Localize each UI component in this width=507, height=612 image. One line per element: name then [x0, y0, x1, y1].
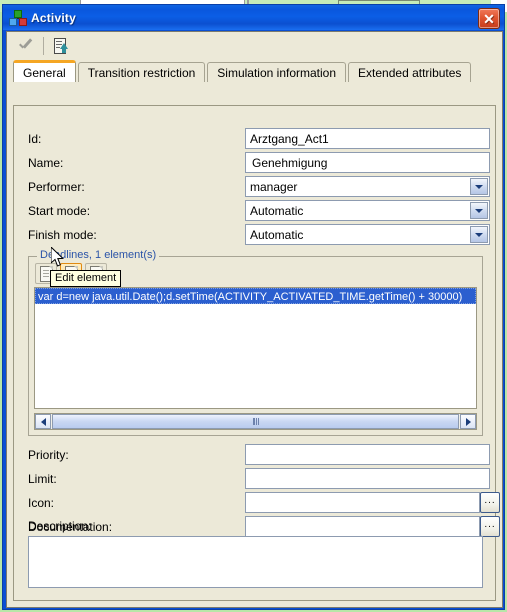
export-button[interactable] [48, 34, 74, 58]
document-export-icon [53, 38, 69, 54]
icon-input[interactable] [245, 492, 480, 513]
dialog-client-area: General Transition restriction Simulatio… [6, 31, 503, 608]
start-mode-select[interactable]: Automatic [245, 200, 490, 221]
deadlines-list[interactable]: var d=new java.util.Date();d.setTime(ACT… [34, 287, 477, 409]
priority-label: Priority: [28, 448, 69, 462]
tab-bar: General Transition restriction Simulatio… [7, 60, 502, 82]
close-icon: ✕ [483, 10, 495, 27]
performer-label: Performer: [28, 180, 85, 194]
row-name: Name: Genehmigung [14, 152, 495, 176]
dialog-toolbar [7, 32, 502, 60]
icon-label: Icon: [28, 496, 55, 510]
grip-icon [252, 418, 259, 425]
start-mode-label: Start mode: [28, 204, 91, 218]
apply-button[interactable] [13, 34, 39, 58]
title-bar: Activity ✕ [3, 5, 504, 30]
tab-simulation-information-label: Simulation information [217, 65, 337, 80]
scrollbar-thumb[interactable] [52, 414, 459, 429]
performer-value: manager [250, 180, 298, 194]
horizontal-scrollbar[interactable] [34, 413, 477, 430]
activity-dialog: Activity ✕ General Transition restrictio… [2, 4, 505, 610]
limit-label: Limit: [28, 472, 57, 486]
scroll-right-button[interactable] [460, 414, 476, 429]
icon-browse-button[interactable]: ... [480, 492, 500, 513]
description-textarea[interactable] [28, 536, 483, 588]
finish-mode-label: Finish mode: [28, 228, 97, 242]
documentation-browse-button[interactable]: ... [480, 516, 500, 537]
toolbar-separator [43, 37, 44, 55]
tooltip: Edit element [50, 270, 122, 287]
tab-transition-restriction-label: Transition restriction [87, 65, 196, 80]
general-tab-panel: Id: Arztgang_Act1 Name: Genehmigung Perf… [13, 105, 500, 601]
deadlines-group-title: Deadlines, 1 element(s) [37, 249, 160, 261]
row-priority: Priority: [14, 444, 495, 468]
finish-mode-select[interactable]: Automatic [245, 224, 490, 245]
screen: .. Activity ✕ [0, 0, 507, 612]
id-label: Id: [28, 132, 42, 146]
row-icon: Icon: ... [14, 492, 500, 516]
row-performer: Performer: manager [14, 176, 495, 200]
row-finish-mode: Finish mode: Automatic [14, 224, 495, 248]
chevron-down-icon[interactable] [470, 226, 488, 243]
list-item[interactable]: var d=new java.util.Date();d.setTime(ACT… [35, 288, 476, 304]
scroll-left-button[interactable] [35, 414, 51, 429]
start-mode-value: Automatic [250, 204, 304, 218]
priority-input[interactable] [245, 444, 490, 465]
close-button[interactable]: ✕ [478, 8, 500, 29]
tab-general-label: General [23, 65, 66, 80]
tab-general[interactable]: General [13, 60, 76, 82]
row-limit: Limit: [14, 468, 495, 492]
performer-select[interactable]: manager [245, 176, 490, 197]
row-id: Id: Arztgang_Act1 [14, 128, 495, 152]
id-input[interactable]: Arztgang_Act1 [245, 128, 490, 149]
chevron-down-icon[interactable] [470, 202, 488, 219]
limit-input[interactable] [245, 468, 490, 489]
tab-transition-restriction[interactable]: Transition restriction [77, 62, 206, 82]
window-title: Activity [31, 10, 76, 25]
documentation-input[interactable] [245, 516, 480, 537]
finish-mode-value: Automatic [250, 228, 304, 242]
checkmark-icon [18, 39, 34, 53]
row-start-mode: Start mode: Automatic [14, 200, 495, 224]
name-input[interactable]: Genehmigung [245, 152, 490, 173]
activity-node-icon [9, 10, 27, 26]
description-label: Description: [28, 519, 92, 533]
chevron-down-icon[interactable] [470, 178, 488, 195]
name-label: Name: [28, 156, 64, 170]
tab-simulation-information[interactable]: Simulation information [207, 62, 347, 82]
tab-extended-attributes-label: Extended attributes [358, 65, 462, 80]
tab-extended-attributes[interactable]: Extended attributes [348, 62, 472, 82]
